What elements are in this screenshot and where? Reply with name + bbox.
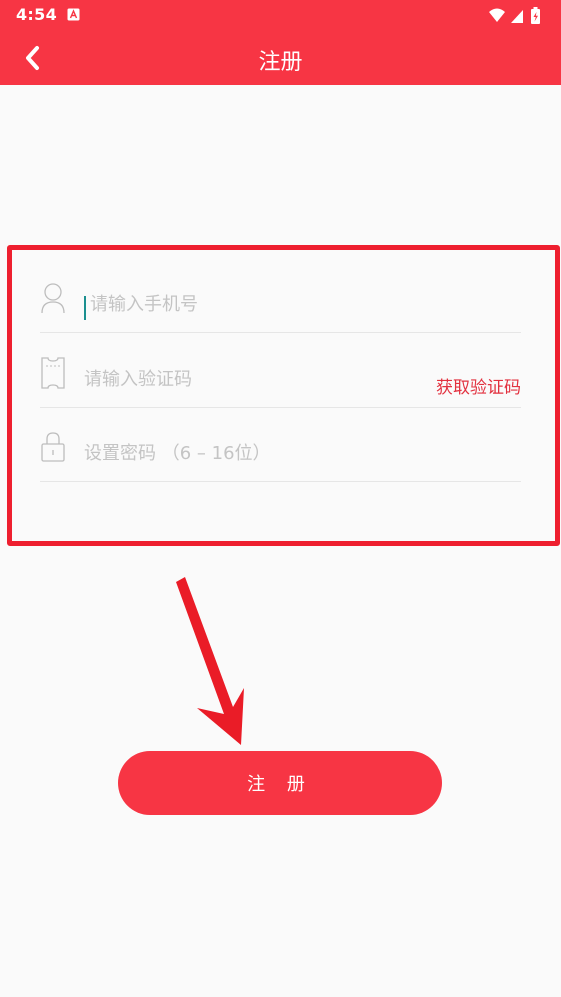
text-caret	[84, 296, 86, 320]
status-bar: 4:54	[0, 0, 561, 31]
signal-icon	[511, 10, 523, 23]
register-button[interactable]: 注 册	[118, 751, 442, 815]
wifi-icon	[489, 8, 505, 22]
phone-row	[40, 258, 521, 333]
register-form: 获取验证码	[7, 245, 560, 546]
status-time: 4:54	[16, 5, 57, 24]
status-icons	[489, 7, 540, 24]
ticket-icon	[41, 357, 65, 389]
user-icon	[41, 283, 65, 314]
get-code-button[interactable]: 获取验证码	[436, 373, 521, 398]
lock-icon	[41, 432, 65, 462]
code-row: 获取验证码	[40, 333, 521, 408]
phone-input[interactable]	[90, 294, 420, 315]
app-bar: 注册	[0, 31, 561, 85]
code-input[interactable]	[84, 369, 414, 390]
password-row	[40, 407, 521, 482]
password-input[interactable]	[84, 443, 414, 464]
a-notification-icon	[67, 8, 80, 21]
page-title: 注册	[258, 50, 303, 75]
battery-charging-icon	[531, 7, 540, 24]
